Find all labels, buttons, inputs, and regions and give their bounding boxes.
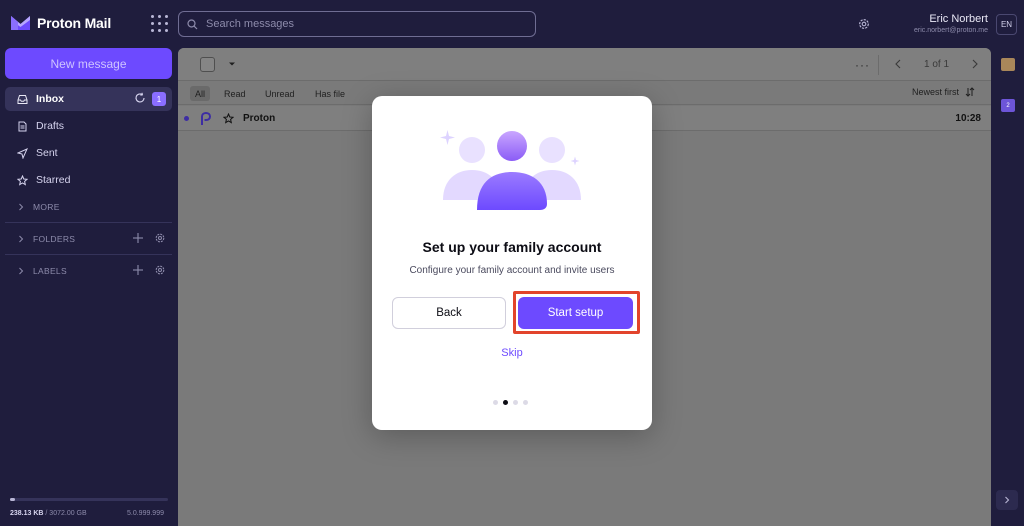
previous-page-icon[interactable] <box>894 59 903 69</box>
family-setup-modal: Set up your family account Configure you… <box>372 96 652 430</box>
family-illustration-icon <box>440 130 581 210</box>
label-settings-gear-icon[interactable] <box>154 264 166 276</box>
next-page-icon[interactable] <box>970 59 979 69</box>
filter-read[interactable]: Read <box>219 86 251 101</box>
sidebar-divider <box>5 222 172 223</box>
chevron-right-icon <box>19 235 24 243</box>
message-toolbar: ··· 1 of 1 <box>178 48 991 81</box>
add-label-icon[interactable] <box>132 264 144 276</box>
add-folder-icon[interactable] <box>132 232 144 244</box>
unread-indicator <box>184 116 189 121</box>
proton-mail-logo-icon <box>11 16 30 30</box>
storage-used: 238.13 KB <box>10 510 44 517</box>
contacts-icon[interactable] <box>1001 58 1015 71</box>
app-name: Proton Mail <box>37 14 112 31</box>
modal-description: Configure your family account and invite… <box>409 265 615 276</box>
folders-label: FOLDERS <box>33 234 76 244</box>
inbox-icon <box>17 94 28 104</box>
sidebar-item-inbox[interactable]: Inbox 1 <box>5 87 172 111</box>
expand-rail-button[interactable] <box>996 490 1018 510</box>
step-dot-active <box>503 400 508 405</box>
more-label: MORE <box>33 202 60 212</box>
star-icon[interactable] <box>223 113 234 124</box>
chevron-right-icon <box>19 203 24 211</box>
search-input[interactable] <box>206 18 506 30</box>
chevron-right-icon <box>1005 496 1010 504</box>
storage-progress-fill <box>10 498 15 501</box>
new-message-button[interactable]: New message <box>5 48 172 79</box>
back-button[interactable]: Back <box>392 297 506 329</box>
sidebar-divider <box>5 254 172 255</box>
storage-usage[interactable]: 238.13 KB / 3072.00 GB <box>10 510 87 517</box>
message-time: 10:28 <box>955 113 981 124</box>
filter-unread[interactable]: Unread <box>260 86 300 101</box>
sidebar-item-label: Starred <box>36 174 71 186</box>
search-bar[interactable] <box>178 11 536 37</box>
language-button[interactable]: EN <box>996 14 1017 35</box>
sort-icon <box>965 87 975 97</box>
sidebar-item-label: Drafts <box>36 120 65 132</box>
refresh-icon[interactable] <box>134 92 146 104</box>
sidebar-item-label: Inbox <box>36 93 64 105</box>
chevron-down-icon[interactable] <box>228 60 236 68</box>
proton-sender-icon <box>201 112 212 125</box>
star-icon <box>17 174 28 186</box>
step-dot <box>513 400 518 405</box>
folder-settings-gear-icon[interactable] <box>154 232 166 244</box>
sent-icon <box>17 147 28 159</box>
unread-count-badge: 1 <box>152 92 166 106</box>
drafts-icon <box>18 121 27 131</box>
user-account[interactable]: Eric Norbert eric.norbert@proton.me <box>914 13 988 34</box>
filter-all[interactable]: All <box>190 86 211 101</box>
user-email: eric.norbert@proton.me <box>913 27 988 34</box>
sidebar-labels-toggle[interactable]: LABELS <box>5 259 172 283</box>
sort-label: Newest first <box>911 87 959 97</box>
filter-has-file[interactable]: Has file <box>310 86 350 101</box>
toolbar-divider <box>878 55 879 75</box>
sidebar-folders-toggle[interactable]: FOLDERS <box>5 227 172 251</box>
chevron-right-icon <box>19 267 24 275</box>
sidebar-item-drafts[interactable]: Drafts <box>5 114 172 138</box>
skip-link[interactable]: Skip <box>372 347 652 359</box>
message-sender: Proton <box>243 113 276 124</box>
sort-control[interactable]: Newest first <box>912 87 975 97</box>
sidebar-item-starred[interactable]: Starred <box>5 168 172 192</box>
apps-grid-icon[interactable] <box>151 15 168 32</box>
search-icon <box>187 18 198 29</box>
step-dot <box>523 400 528 405</box>
sidebar: New message Inbox 1 Drafts Sent Starred … <box>0 48 178 526</box>
settings-gear-icon[interactable] <box>857 17 871 31</box>
storage-progress-bar <box>10 498 168 501</box>
labels-label: LABELS <box>33 266 67 276</box>
app-logo[interactable]: Proton Mail <box>10 14 111 31</box>
calendar-icon[interactable]: 2 <box>1001 99 1015 112</box>
more-options-icon[interactable]: ··· <box>855 58 870 72</box>
page-indicator: 1 of 1 <box>924 59 950 70</box>
sidebar-more-toggle[interactable]: MORE <box>5 195 172 219</box>
right-app-rail: 2 <box>991 48 1024 526</box>
modal-title: Set up your family account <box>422 239 602 255</box>
sidebar-item-sent[interactable]: Sent <box>5 141 172 165</box>
step-dot <box>493 400 498 405</box>
app-version[interactable]: 5.0.999.999 <box>127 510 164 517</box>
sidebar-item-label: Sent <box>36 147 58 159</box>
user-name: Eric Norbert <box>929 13 988 25</box>
select-all-checkbox[interactable] <box>200 57 215 72</box>
step-indicator <box>493 400 528 405</box>
top-bar: Proton Mail Eric Norbert eric.norbert@pr… <box>0 0 1024 48</box>
start-setup-button[interactable]: Start setup <box>518 297 633 329</box>
storage-total: / 3072.00 GB <box>45 510 87 517</box>
